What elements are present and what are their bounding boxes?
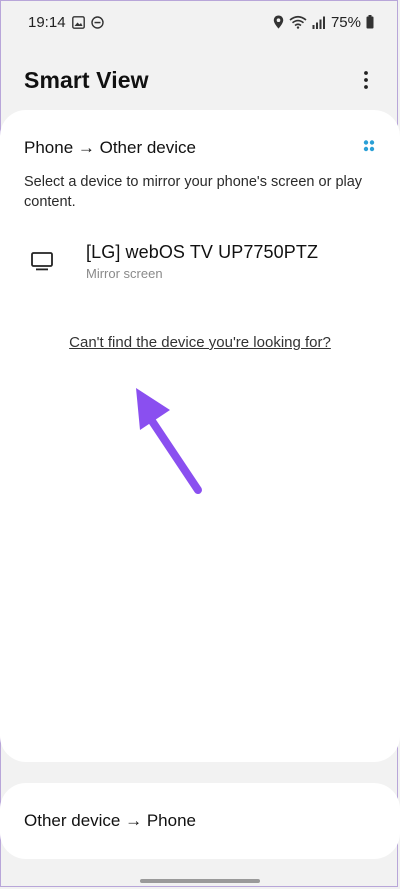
section-header: Phone → Other device [24, 136, 376, 160]
phone-to-device-card: Phone → Other device Select a device to … [0, 110, 400, 762]
more-options-button[interactable] [354, 65, 378, 95]
device-name: [LG] webOS TV UP7750PTZ [86, 242, 319, 262]
page-title: Smart View [24, 66, 149, 93]
gallery-icon [71, 15, 85, 29]
home-indicator[interactable] [140, 879, 260, 883]
scanning-icon [362, 139, 376, 158]
device-subtitle: Mirror screen [86, 266, 163, 281]
battery-percent: 75% [330, 13, 361, 31]
battery-icon [366, 15, 374, 29]
location-icon [273, 15, 284, 29]
signal-icon [312, 16, 326, 29]
device-to-phone-card[interactable]: Other device → Phone [0, 783, 400, 859]
instructions-text: Select a device to mirror your phone's s… [24, 174, 363, 210]
tv-icon [31, 252, 53, 277]
wifi-icon [289, 15, 307, 29]
dnd-icon [90, 15, 104, 29]
annotation-arrow-icon [136, 388, 202, 494]
device-to-phone-label: Other device → Phone [24, 811, 196, 830]
status-time: 19:14 [28, 13, 66, 31]
status-bar: 19:14 75% [0, 0, 400, 44]
device-item[interactable]: [LG] webOS TV UP7750PTZ Mirror screen [0, 238, 400, 286]
more-vert-icon [364, 71, 368, 89]
section-title: Phone → Other device [24, 138, 196, 157]
app-header: Smart View [0, 58, 400, 102]
cant-find-device-link[interactable]: Can't find the device you're looking for… [0, 334, 400, 351]
